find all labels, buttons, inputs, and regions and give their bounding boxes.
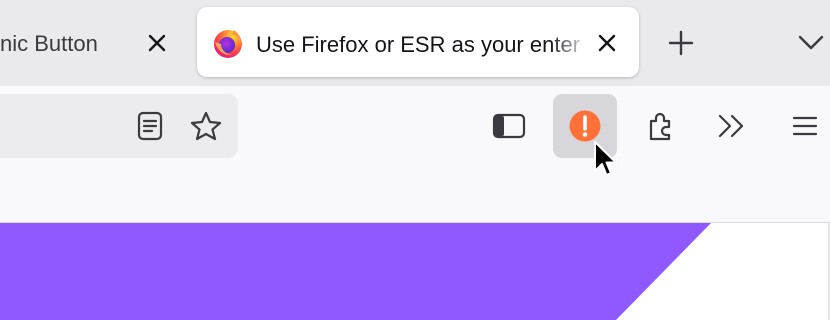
extensions-icon[interactable] — [629, 94, 693, 158]
new-tab-plus-icon[interactable] — [666, 28, 696, 58]
close-tab-icon[interactable] — [143, 29, 171, 57]
reader-view-icon[interactable] — [122, 94, 178, 158]
url-bar[interactable] — [0, 94, 238, 158]
mouse-pointer-icon — [592, 140, 618, 178]
sidebar-icon[interactable] — [477, 94, 541, 158]
page-content — [0, 223, 830, 320]
purple-banner — [0, 223, 830, 320]
tab-inactive[interactable]: nic Button — [0, 8, 190, 78]
navigation-toolbar — [0, 86, 830, 164]
tab-bar: nic Button Use Firefox or ESR as your en… — [0, 0, 830, 86]
tab-active[interactable]: Use Firefox or ESR as your enter — [197, 7, 639, 77]
bookmark-star-icon[interactable] — [178, 94, 234, 158]
close-tab-icon[interactable] — [593, 29, 621, 57]
toolbar-spacer — [0, 164, 830, 223]
overflow-chevron-icon[interactable] — [700, 94, 764, 158]
firefox-logo-icon — [212, 27, 244, 59]
tab-title: Use Firefox or ESR as your enter — [256, 32, 581, 57]
menu-icon[interactable] — [773, 94, 830, 158]
chevron-down-icon[interactable] — [796, 30, 826, 54]
tab-title: nic Button — [0, 31, 98, 56]
